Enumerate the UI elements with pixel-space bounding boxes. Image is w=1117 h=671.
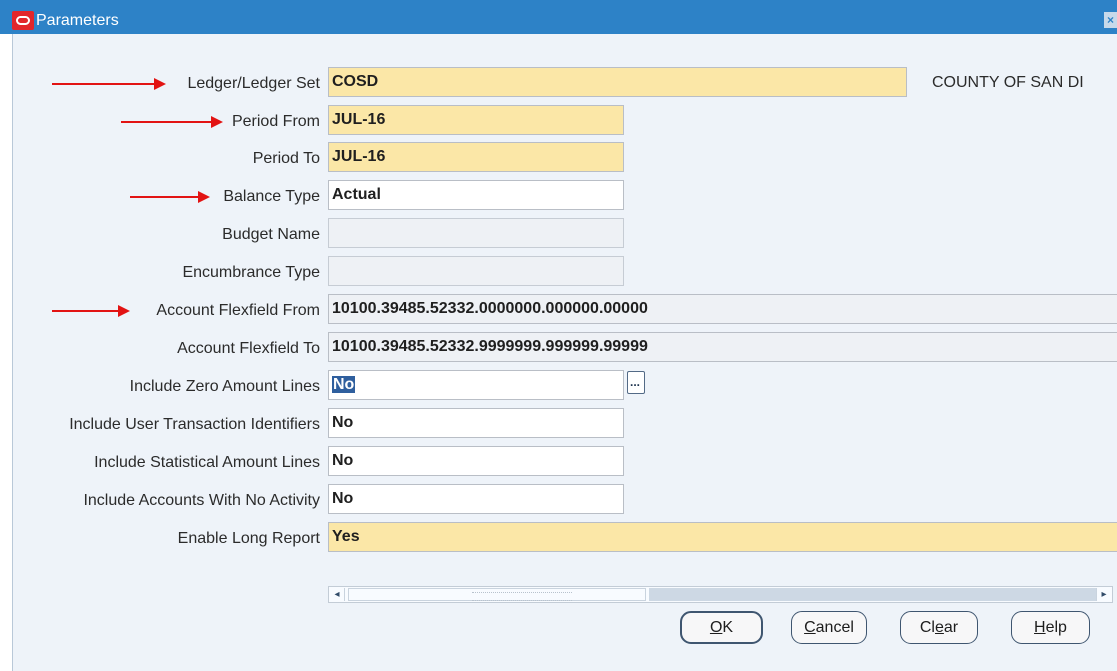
annotation-arrow-balance-type (130, 191, 210, 203)
period-to-label: Period To (252, 150, 320, 167)
clear-label-prefix: Cl (919, 619, 935, 636)
budget-name-field (328, 218, 624, 248)
include-zero-amount-lines-field[interactable]: No (328, 370, 624, 400)
ellipsis-icon: ... (630, 375, 641, 389)
period-from-label: Period From (231, 113, 320, 130)
account-flexfield-to-label: Account Flexfield To (177, 340, 320, 357)
ok-button[interactable]: OK (680, 611, 763, 644)
budget-name-label: Budget Name (222, 226, 320, 243)
include-user-transaction-identifiers-field[interactable]: No (328, 408, 624, 438)
include-accounts-with-no-activity-field[interactable]: No (328, 484, 624, 514)
encumbrance-type-label: Encumbrance Type (182, 264, 320, 281)
balance-type-field[interactable]: Actual (328, 180, 624, 210)
account-flexfield-to-field[interactable]: 10100.39485.52332.9999999.999999.99999 (328, 332, 1117, 362)
enable-long-report-field[interactable]: Yes (328, 522, 1117, 552)
enable-long-report-label: Enable Long Report (177, 530, 320, 547)
clear-button[interactable]: Clear (900, 611, 978, 644)
help-button[interactable]: Help (1011, 611, 1090, 644)
clear-mnemonic: e (934, 619, 944, 636)
help-mnemonic: H (1034, 619, 1046, 636)
encumbrance-type-field (328, 256, 624, 286)
cancel-mnemonic: C (804, 619, 816, 636)
ledger-field[interactable]: COSD (328, 67, 907, 97)
include-zero-amount-lines-label: Include Zero Amount Lines (129, 378, 320, 395)
period-to-field[interactable]: JUL-16 (328, 142, 624, 172)
close-icon[interactable]: × (1104, 12, 1117, 28)
title-bar: Parameters × (0, 0, 1117, 34)
scroll-right-arrow-icon[interactable]: ▸ (1096, 588, 1111, 601)
annotation-arrow-account-from (52, 305, 130, 317)
scroll-left-arrow-icon[interactable]: ◂ (330, 588, 345, 601)
include-statistical-amount-lines-label: Include Statistical Amount Lines (94, 454, 320, 471)
scroll-grip (472, 592, 572, 601)
selected-value: No (332, 376, 356, 393)
help-label-rest: elp (1045, 619, 1067, 636)
ledger-label: Ledger/Ledger Set (187, 75, 320, 92)
ok-mnemonic: O (709, 619, 723, 636)
annotation-arrow-ledger (52, 78, 166, 90)
account-flexfield-from-field[interactable]: 10100.39485.52332.0000000.000000.00000 (328, 294, 1117, 324)
clear-label-rest: ar (943, 619, 959, 636)
ledger-description: COUNTY OF SAN DI (932, 74, 1084, 91)
ok-label-rest: K (722, 619, 734, 636)
annotation-arrow-period-from (121, 116, 223, 128)
include-user-transaction-identifiers-label: Include User Transaction Identifiers (69, 416, 320, 433)
list-of-values-button[interactable]: ... (627, 371, 645, 394)
window-title: Parameters (36, 12, 119, 29)
cancel-button[interactable]: Cancel (791, 611, 867, 644)
account-flexfield-from-label: Account Flexfield From (156, 302, 320, 319)
period-from-field[interactable]: JUL-16 (328, 105, 624, 135)
horizontal-scrollbar[interactable]: ◂ ▸ (328, 586, 1113, 603)
include-statistical-amount-lines-field[interactable]: No (328, 446, 624, 476)
scroll-thumb[interactable] (348, 588, 646, 601)
oracle-logo-icon (12, 11, 34, 30)
include-accounts-with-no-activity-label: Include Accounts With No Activity (83, 492, 320, 509)
balance-type-label: Balance Type (223, 188, 320, 205)
cancel-label-rest: ancel (815, 619, 854, 636)
scroll-track[interactable] (649, 588, 1101, 601)
